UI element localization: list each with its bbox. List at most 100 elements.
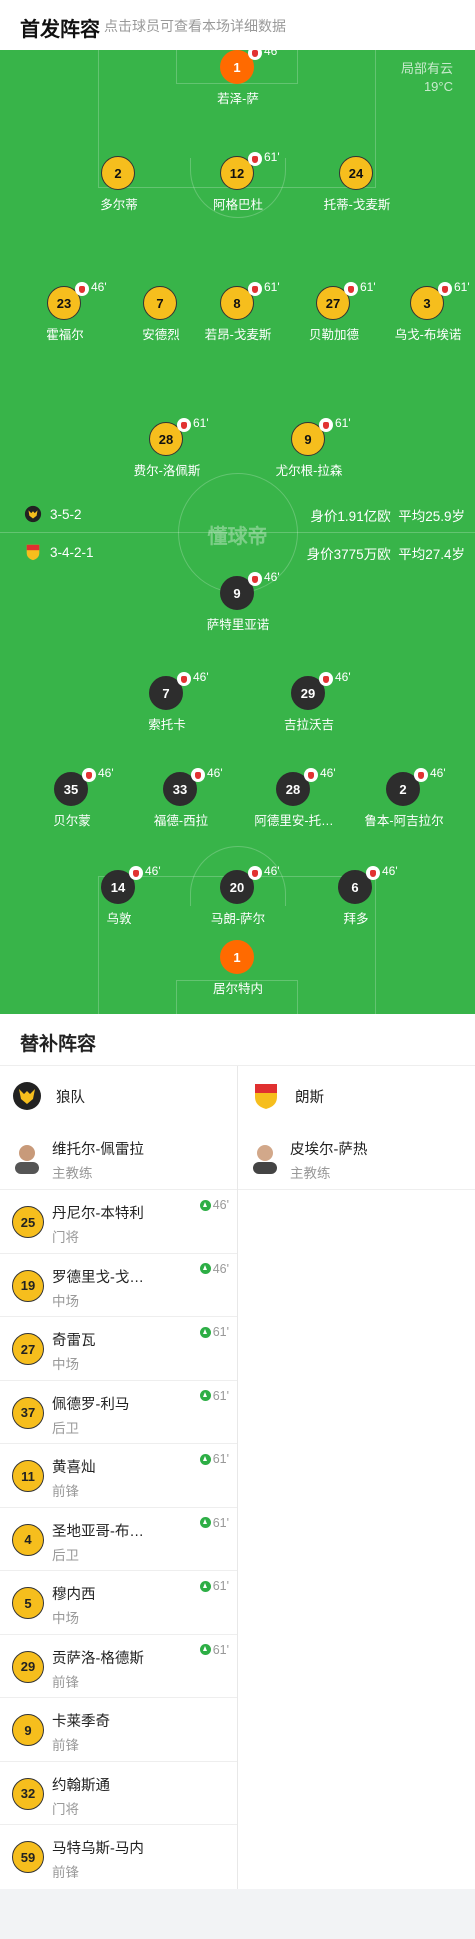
away-coach[interactable]: 皮埃尔-萨热 主教练	[238, 1126, 475, 1190]
subs-header: 替补阵容	[0, 1014, 475, 1066]
sub-player-row[interactable]: 19 罗德里戈-戈… 中场 46'	[0, 1254, 237, 1317]
sub-player-row[interactable]: 29 贡萨洛-格德斯 前锋 61'	[0, 1635, 237, 1698]
home-coach[interactable]: 维托尔-佩雷拉 主教练	[0, 1126, 237, 1190]
sub-off-icon	[177, 418, 191, 432]
player-name: 奇雷瓦	[52, 1333, 96, 1349]
player-number: 11	[12, 1460, 44, 1492]
player-number: 19	[12, 1269, 44, 1302]
home-formation: 3-5-2	[50, 506, 82, 522]
sub-player-row[interactable]: 59 马特乌斯-马内 前锋	[0, 1825, 237, 1889]
sub-off-icon	[248, 572, 262, 586]
sub-minute: 46'	[335, 670, 351, 684]
player-position: 门将	[52, 1801, 79, 1817]
player-number: 29	[12, 1650, 44, 1683]
sub-on-minute: 61'	[212, 1452, 229, 1466]
sub-off-icon	[75, 282, 89, 296]
coach-role: 主教练	[52, 1166, 93, 1181]
player-name: 乌戈-布埃诺	[394, 328, 462, 342]
sub-player-row[interactable]: 9 卡莱季奇 前锋	[0, 1698, 237, 1762]
coach-name: 维托尔-佩雷拉	[52, 1142, 144, 1158]
player-name: 吉拉沃吉	[283, 718, 334, 732]
sub-on-minute: 61'	[212, 1325, 229, 1339]
sub-off-icon	[248, 152, 262, 166]
sub-minute: 46'	[193, 670, 209, 684]
sub-minute: 61'	[264, 280, 280, 294]
wolves-crest-icon	[13, 1082, 41, 1110]
player-position: 中场	[52, 1357, 79, 1372]
sub-on-icon	[199, 1390, 211, 1401]
away-value: 身价3775万欧	[306, 547, 391, 562]
pitch: 局部有云 19°C 懂球帝 3-5-2 身价1.91亿欧 平均25.9岁 3-4…	[0, 50, 475, 1014]
lineup-header: 首发阵容 点击球员可查看本场详细数据	[0, 0, 475, 50]
player-name: 黄喜灿	[52, 1460, 96, 1476]
lens-crest-icon	[255, 1084, 277, 1109]
sub-off-icon	[414, 768, 428, 782]
player-name: 萨特里亚诺	[206, 618, 270, 632]
sub-player-row[interactable]: 11 黄喜灿 前锋 61'	[0, 1444, 237, 1508]
sub-minute: 61'	[193, 416, 209, 430]
player-name: 阿德里安-托…	[254, 814, 334, 828]
sub-off-icon	[438, 282, 452, 296]
sub-on-info: 61'	[199, 1579, 229, 1593]
sub-player-row[interactable]: 32 约翰斯通 门将	[0, 1762, 237, 1825]
player-position: 后卫	[52, 1547, 79, 1563]
sub-minute: 61'	[335, 416, 351, 430]
sub-on-minute: 61'	[212, 1388, 229, 1403]
sub-minute: 46'	[264, 50, 280, 58]
coach-role: 主教练	[290, 1166, 331, 1181]
player-number: 9	[12, 1714, 44, 1746]
sub-on-info: 61'	[199, 1452, 229, 1466]
away-formation: 3-4-2-1	[50, 544, 94, 560]
wolves-crest-icon	[24, 505, 42, 523]
sub-minute: 61'	[360, 280, 376, 294]
player-name: 约翰斯通	[52, 1777, 110, 1794]
sub-player-row[interactable]: 25 丹尼尔-本特利 门将 46'	[0, 1190, 237, 1254]
sub-on-icon	[199, 1263, 211, 1274]
player-number: 5	[12, 1587, 44, 1619]
sub-minute: 61'	[454, 280, 470, 294]
coach-avatar	[15, 1145, 39, 1174]
player-name: 卡莱季奇	[52, 1714, 110, 1730]
lens-crest-icon	[26, 544, 40, 561]
player-name: 丹尼尔-本特利	[52, 1206, 144, 1222]
coach-avatar	[253, 1145, 277, 1174]
sub-player-row[interactable]: 27 奇雷瓦 中场 61'	[0, 1317, 237, 1381]
sub-minute: 46'	[98, 766, 114, 780]
player-name: 居尔特内	[212, 982, 263, 996]
sub-player-row[interactable]: 5 穆内西 中场 61'	[0, 1571, 237, 1635]
player-name: 穆内西	[52, 1587, 96, 1603]
player-position: 中场	[52, 1611, 79, 1626]
sub-player-row[interactable]: 4 圣地亚哥-布… 后卫 61'	[0, 1508, 237, 1571]
player-number: 7	[143, 286, 177, 320]
player-name: 马特乌斯-马内	[52, 1841, 144, 1857]
player-name: 鲁本-阿吉拉尔	[364, 814, 444, 828]
sub-off-icon	[319, 672, 333, 686]
player-name: 若泽-萨	[217, 92, 259, 106]
sub-on-info: 61'	[199, 1642, 229, 1657]
sub-on-minute: 46'	[212, 1198, 229, 1212]
player-name: 罗德里戈-戈…	[52, 1269, 144, 1286]
player-position: 前锋	[52, 1738, 79, 1753]
player-number: 32	[12, 1777, 44, 1810]
sub-on-minute: 61'	[212, 1642, 229, 1657]
weather-condition: 局部有云	[400, 61, 453, 76]
player-number: 1	[220, 940, 254, 974]
player-number: 4	[12, 1523, 44, 1556]
sub-on-info: 61'	[199, 1388, 229, 1403]
player-name: 尤尔根-拉森	[275, 464, 343, 478]
away-team-head: 朗斯	[251, 1066, 324, 1126]
sub-off-icon	[344, 282, 358, 296]
player-name: 费尔-洛佩斯	[133, 464, 201, 478]
sub-on-minute: 46'	[212, 1261, 229, 1276]
sub-off-icon	[304, 768, 318, 782]
sub-off-icon	[191, 768, 205, 782]
player-name: 托蒂-戈麦斯	[323, 198, 391, 212]
sub-on-minute: 61'	[212, 1515, 229, 1530]
home-team-head: 狼队	[12, 1066, 85, 1126]
player-name: 马朗-萨尔	[210, 912, 266, 926]
sub-player-row[interactable]: 37 佩德罗-利马 后卫 61'	[0, 1381, 237, 1444]
sub-off-icon	[366, 866, 380, 880]
weather-temp: 19°C	[423, 79, 453, 94]
player-name: 贝尔蒙	[53, 814, 91, 828]
sub-minute: 46'	[207, 766, 223, 780]
